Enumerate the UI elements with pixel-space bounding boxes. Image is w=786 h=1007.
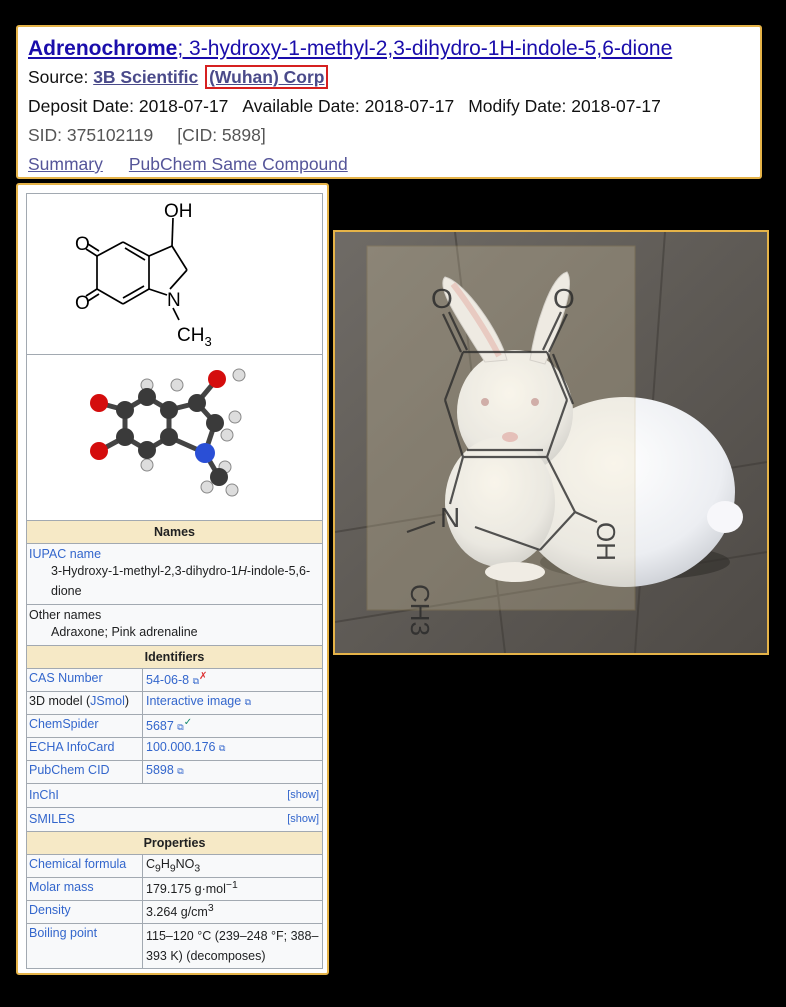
- boiling-point-label[interactable]: Boiling point: [27, 924, 143, 968]
- modify-date: Modify Date: 2018-07-17: [468, 96, 661, 116]
- density-label[interactable]: Density: [27, 901, 143, 923]
- source-label: Source:: [28, 67, 94, 87]
- chemspider-value[interactable]: 5687 ⧉✓: [143, 715, 322, 737]
- ball-and-stick-svg: [90, 368, 246, 497]
- formula-label[interactable]: Chemical formula: [27, 855, 143, 877]
- iupac-name-value: 3-Hydroxy-1-methyl-2,3-dihydro-1H-indole…: [51, 564, 311, 598]
- chembox-table: O O OH N CH3 Names IUPAC name 3-Hydroxy-…: [26, 193, 323, 969]
- identifiers-section-header: Identifiers: [27, 646, 322, 669]
- external-link-icon: ⧉: [244, 697, 252, 707]
- external-link-icon: ⧉: [177, 766, 184, 776]
- same-compound-link[interactable]: PubChem Same Compound: [129, 154, 348, 174]
- header-links: Summary PubChem Same Compound: [28, 150, 760, 179]
- compound-iupac-link[interactable]: ; 3-hydroxy-1-methyl-2,3-dihydro-1H-indo…: [177, 37, 672, 60]
- molar-mass-value: 179.175 g·mol−1: [146, 880, 238, 897]
- ball-and-stick-image[interactable]: [27, 355, 322, 521]
- iupac-name-label[interactable]: IUPAC name: [29, 547, 320, 561]
- overlay-methyl: CH3: [405, 584, 435, 636]
- skeletal-formula-image[interactable]: O O OH N CH3: [27, 194, 322, 355]
- echa-label[interactable]: ECHA InfoCard: [27, 738, 143, 760]
- source-link[interactable]: 3B Scientific: [93, 67, 198, 87]
- check-mark-icon: ✓: [183, 717, 193, 728]
- inchi-show-toggle[interactable]: [show]: [287, 784, 319, 807]
- cas-label[interactable]: CAS Number: [27, 669, 143, 691]
- other-names-label: Other names: [29, 608, 102, 622]
- chemspider-label[interactable]: ChemSpider: [27, 715, 143, 737]
- nitrogen-label: N: [167, 290, 181, 311]
- formula-value: C9H9NO3: [146, 857, 201, 875]
- oxygen-label-top: O: [75, 234, 90, 255]
- deposit-date: Deposit Date: 2018-07-17: [28, 96, 229, 116]
- molar-mass-label[interactable]: Molar mass: [27, 878, 143, 900]
- density-value: 3.264 g/cm3: [146, 903, 214, 920]
- cas-value[interactable]: 54-06-8 ⧉✗: [143, 669, 322, 691]
- cid-value: [CID: 5898]: [177, 125, 266, 145]
- model-value[interactable]: Interactive image ⧉: [143, 692, 322, 714]
- source-link-highlighted[interactable]: (Wuhan) Corp: [205, 65, 329, 89]
- methyl-label: CH3: [177, 325, 212, 349]
- available-date: Available Date: 2018-07-17: [242, 96, 455, 116]
- overlay-oxygen-right: O: [553, 283, 575, 314]
- oxygen-label-bottom: O: [75, 293, 90, 314]
- smiles-label[interactable]: SMILES: [29, 808, 75, 831]
- rabbit-photo-panel: O O N CH3 OH: [333, 230, 769, 655]
- pubchem-label[interactable]: PubChem CID: [27, 761, 143, 783]
- sid-value: SID: 375102119: [28, 125, 154, 145]
- overlay-nitrogen: N: [440, 502, 460, 533]
- chembox-card: O O OH N CH3 Names IUPAC name 3-Hydroxy-…: [16, 183, 329, 975]
- inchi-label[interactable]: InChI: [29, 784, 59, 807]
- external-link-icon: ⧉: [219, 743, 226, 753]
- formula-row: Chemical formula C9H9NO3: [27, 855, 322, 878]
- overlay-oxygen-left: O: [431, 283, 453, 314]
- source-row: Source: 3B Scientific (Wuhan) Corp: [28, 63, 760, 92]
- smiles-row: SMILES [show]: [27, 808, 322, 832]
- properties-section-header: Properties: [27, 832, 322, 855]
- other-names-value: Adraxone; Pink adrenaline: [51, 625, 198, 639]
- boiling-point-row: Boiling point 115–120 °C (239–248 °F; 38…: [27, 924, 322, 968]
- model-label: 3D model (JSmol): [27, 692, 143, 714]
- ids-row: SID: 375102119 [CID: 5898]: [28, 121, 760, 150]
- compound-header-card: Adrenochrome; 3-hydroxy-1-methyl-2,3-dih…: [16, 25, 762, 179]
- dates-row: Deposit Date: 2018-07-17 Available Date: …: [28, 92, 760, 121]
- names-section-header: Names: [27, 521, 322, 544]
- hydroxyl-label: OH: [164, 201, 193, 222]
- overlay-hydroxyl: OH: [591, 522, 621, 561]
- compound-name-link[interactable]: Adrenochrome: [28, 37, 177, 60]
- echa-value[interactable]: 100.000.176 ⧉: [143, 738, 322, 760]
- chemspider-row: ChemSpider 5687 ⧉✓: [27, 715, 322, 738]
- density-row: Density 3.264 g/cm3: [27, 901, 322, 924]
- skeletal-formula-svg: O O OH N CH3: [75, 201, 212, 349]
- rabbit-photo: O O N CH3 OH: [335, 232, 767, 653]
- inchi-row: InChI [show]: [27, 784, 322, 808]
- echa-row: ECHA InfoCard 100.000.176 ⧉: [27, 738, 322, 761]
- pubchem-value[interactable]: 5898 ⧉: [143, 761, 322, 783]
- pubchem-row: PubChem CID 5898 ⧉: [27, 761, 322, 784]
- iupac-name-row: IUPAC name 3-Hydroxy-1-methyl-2,3-dihydr…: [27, 544, 322, 605]
- cross-mark-icon: ✗: [199, 671, 208, 682]
- molar-mass-row: Molar mass 179.175 g·mol−1: [27, 878, 322, 901]
- other-names-row: Other names Adraxone; Pink adrenaline: [27, 605, 322, 646]
- summary-link[interactable]: Summary: [28, 154, 103, 174]
- smiles-show-toggle[interactable]: [show]: [287, 808, 319, 831]
- boiling-point-value: 115–120 °C (239–248 °F; 388–393 K) (deco…: [146, 929, 319, 963]
- compound-title[interactable]: Adrenochrome; 3-hydroxy-1-methyl-2,3-dih…: [28, 35, 760, 63]
- model-row: 3D model (JSmol) Interactive image ⧉: [27, 692, 322, 715]
- cas-row: CAS Number 54-06-8 ⧉✗: [27, 669, 322, 692]
